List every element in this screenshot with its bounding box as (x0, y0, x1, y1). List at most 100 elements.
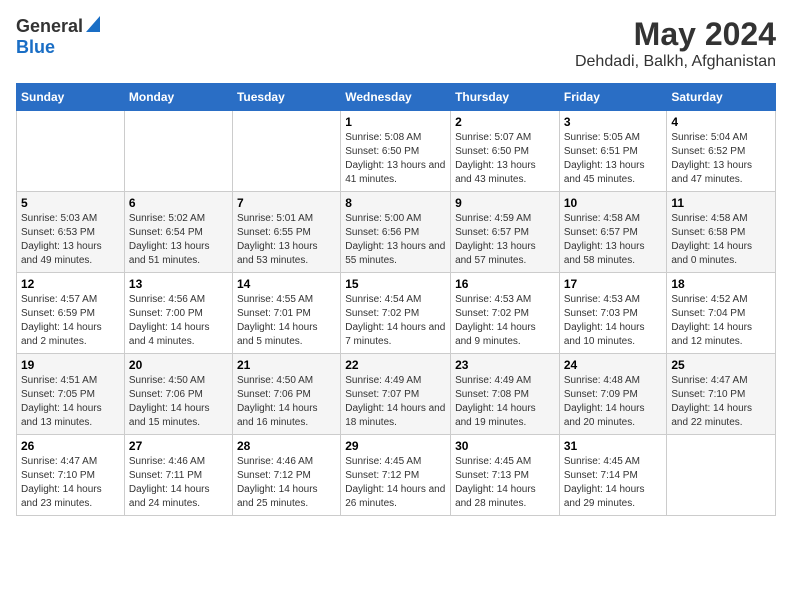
day-info: Sunrise: 5:00 AM Sunset: 6:56 PM Dayligh… (345, 212, 446, 268)
day-info: Sunrise: 4:47 AM Sunset: 7:10 PM Dayligh… (21, 455, 120, 511)
calendar-cell: 30 Sunrise: 4:45 AM Sunset: 7:13 PM Dayli… (451, 435, 560, 516)
day-info: Sunrise: 5:01 AM Sunset: 6:55 PM Dayligh… (237, 212, 336, 268)
calendar-week-2: 5 Sunrise: 5:03 AM Sunset: 6:53 PM Daylig… (17, 192, 776, 273)
day-info: Sunrise: 5:05 AM Sunset: 6:51 PM Dayligh… (564, 131, 663, 187)
day-info: Sunrise: 4:52 AM Sunset: 7:04 PM Dayligh… (671, 293, 771, 349)
weekday-header-sunday: Sunday (17, 84, 125, 111)
calendar-cell: 26Sunrise: 4:47 AM Sunset: 7:10 PM Dayli… (17, 435, 125, 516)
calendar-cell: 16 Sunrise: 4:53 AM Sunset: 7:02 PM Dayli… (451, 273, 560, 354)
day-info: Sunrise: 4:45 AM Sunset: 7:12 PM Dayligh… (345, 455, 446, 511)
weekday-header-tuesday: Tuesday (232, 84, 340, 111)
calendar-cell: 19 Sunrise: 4:51 AM Sunset: 7:05 PM Dayli… (17, 354, 125, 435)
day-number: 3 (564, 115, 663, 129)
calendar-cell (17, 111, 125, 192)
logo-general-text: General (16, 16, 83, 37)
weekday-header-thursday: Thursday (451, 84, 560, 111)
day-info: Sunrise: 4:50 AM Sunset: 7:06 PM Dayligh… (129, 374, 228, 430)
day-number: 28 (237, 439, 336, 453)
day-number: 24 (564, 358, 663, 372)
calendar-cell (232, 111, 340, 192)
day-number: 19 (21, 358, 120, 372)
day-info: Sunrise: 4:51 AM Sunset: 7:05 PM Dayligh… (21, 374, 120, 430)
calendar-cell: 13Sunrise: 4:56 AM Sunset: 7:00 PM Dayli… (124, 273, 232, 354)
main-title: May 2024 (575, 16, 776, 53)
day-info: Sunrise: 4:55 AM Sunset: 7:01 PM Dayligh… (237, 293, 336, 349)
calendar-week-4: 19 Sunrise: 4:51 AM Sunset: 7:05 PM Dayli… (17, 354, 776, 435)
day-info: Sunrise: 4:58 AM Sunset: 6:57 PM Dayligh… (564, 212, 663, 268)
day-number: 16 (455, 277, 555, 291)
day-number: 6 (129, 196, 228, 210)
day-number: 18 (671, 277, 771, 291)
day-info: Sunrise: 4:46 AM Sunset: 7:11 PM Dayligh… (129, 455, 228, 511)
calendar-cell: 1 Sunrise: 5:08 AM Sunset: 6:50 PM Daylig… (341, 111, 451, 192)
day-number: 20 (129, 358, 228, 372)
calendar-cell: 28Sunrise: 4:46 AM Sunset: 7:12 PM Dayli… (232, 435, 340, 516)
day-info: Sunrise: 4:57 AM Sunset: 6:59 PM Dayligh… (21, 293, 120, 349)
day-info: Sunrise: 4:49 AM Sunset: 7:08 PM Dayligh… (455, 374, 555, 430)
calendar-table: SundayMondayTuesdayWednesdayThursdayFrid… (16, 83, 776, 516)
day-number: 23 (455, 358, 555, 372)
day-info: Sunrise: 5:07 AM Sunset: 6:50 PM Dayligh… (455, 131, 555, 187)
day-info: Sunrise: 5:02 AM Sunset: 6:54 PM Dayligh… (129, 212, 228, 268)
day-info: Sunrise: 4:47 AM Sunset: 7:10 PM Dayligh… (671, 374, 771, 430)
day-info: Sunrise: 4:59 AM Sunset: 6:57 PM Dayligh… (455, 212, 555, 268)
calendar-cell: 7 Sunrise: 5:01 AM Sunset: 6:55 PM Daylig… (232, 192, 340, 273)
day-number: 29 (345, 439, 446, 453)
day-info: Sunrise: 4:45 AM Sunset: 7:14 PM Dayligh… (564, 455, 663, 511)
subtitle: Dehdadi, Balkh, Afghanistan (575, 53, 776, 71)
day-number: 1 (345, 115, 446, 129)
day-info: Sunrise: 4:49 AM Sunset: 7:07 PM Dayligh… (345, 374, 446, 430)
day-number: 8 (345, 196, 446, 210)
day-number: 15 (345, 277, 446, 291)
day-number: 7 (237, 196, 336, 210)
calendar-cell: 15 Sunrise: 4:54 AM Sunset: 7:02 PM Dayli… (341, 273, 451, 354)
calendar-cell: 27 Sunrise: 4:46 AM Sunset: 7:11 PM Dayli… (124, 435, 232, 516)
calendar-cell: 6 Sunrise: 5:02 AM Sunset: 6:54 PM Daylig… (124, 192, 232, 273)
day-number: 17 (564, 277, 663, 291)
calendar-cell: 31 Sunrise: 4:45 AM Sunset: 7:14 PM Dayli… (559, 435, 667, 516)
day-number: 5 (21, 196, 120, 210)
day-info: Sunrise: 4:53 AM Sunset: 7:02 PM Dayligh… (455, 293, 555, 349)
calendar-cell: 10 Sunrise: 4:58 AM Sunset: 6:57 PM Dayli… (559, 192, 667, 273)
logo-blue-text: Blue (16, 37, 55, 57)
calendar-cell: 22Sunrise: 4:49 AM Sunset: 7:07 PM Dayli… (341, 354, 451, 435)
day-number: 10 (564, 196, 663, 210)
day-number: 31 (564, 439, 663, 453)
calendar-cell: 29 Sunrise: 4:45 AM Sunset: 7:12 PM Dayli… (341, 435, 451, 516)
calendar-cell: 2 Sunrise: 5:07 AM Sunset: 6:50 PM Daylig… (451, 111, 560, 192)
day-info: Sunrise: 5:04 AM Sunset: 6:52 PM Dayligh… (671, 131, 771, 187)
day-info: Sunrise: 4:53 AM Sunset: 7:03 PM Dayligh… (564, 293, 663, 349)
day-info: Sunrise: 4:56 AM Sunset: 7:00 PM Dayligh… (129, 293, 228, 349)
calendar-cell: 9 Sunrise: 4:59 AM Sunset: 6:57 PM Daylig… (451, 192, 560, 273)
calendar-cell: 25Sunrise: 4:47 AM Sunset: 7:10 PM Dayli… (667, 354, 776, 435)
calendar-cell: 5 Sunrise: 5:03 AM Sunset: 6:53 PM Daylig… (17, 192, 125, 273)
day-number: 9 (455, 196, 555, 210)
day-number: 12 (21, 277, 120, 291)
calendar-week-3: 12 Sunrise: 4:57 AM Sunset: 6:59 PM Dayli… (17, 273, 776, 354)
day-info: Sunrise: 4:58 AM Sunset: 6:58 PM Dayligh… (671, 212, 771, 268)
calendar-cell: 14 Sunrise: 4:55 AM Sunset: 7:01 PM Dayli… (232, 273, 340, 354)
calendar-cell: 23 Sunrise: 4:49 AM Sunset: 7:08 PM Dayli… (451, 354, 560, 435)
day-number: 11 (671, 196, 771, 210)
day-info: Sunrise: 5:08 AM Sunset: 6:50 PM Dayligh… (345, 131, 446, 187)
day-info: Sunrise: 4:45 AM Sunset: 7:13 PM Dayligh… (455, 455, 555, 511)
page-header: General Blue May 2024 Dehdadi, Balkh, Af… (16, 16, 776, 71)
calendar-cell: 20 Sunrise: 4:50 AM Sunset: 7:06 PM Dayli… (124, 354, 232, 435)
calendar-cell: 11 Sunrise: 4:58 AM Sunset: 6:58 PM Dayli… (667, 192, 776, 273)
calendar-cell: 12 Sunrise: 4:57 AM Sunset: 6:59 PM Dayli… (17, 273, 125, 354)
weekday-header-wednesday: Wednesday (341, 84, 451, 111)
day-number: 30 (455, 439, 555, 453)
day-number: 21 (237, 358, 336, 372)
day-number: 4 (671, 115, 771, 129)
calendar-week-5: 26Sunrise: 4:47 AM Sunset: 7:10 PM Dayli… (17, 435, 776, 516)
day-number: 14 (237, 277, 336, 291)
logo-triangle-icon (86, 16, 100, 37)
weekday-header-monday: Monday (124, 84, 232, 111)
calendar-cell: 18 Sunrise: 4:52 AM Sunset: 7:04 PM Dayli… (667, 273, 776, 354)
calendar-cell: 17 Sunrise: 4:53 AM Sunset: 7:03 PM Dayli… (559, 273, 667, 354)
calendar-week-1: 1 Sunrise: 5:08 AM Sunset: 6:50 PM Daylig… (17, 111, 776, 192)
day-number: 2 (455, 115, 555, 129)
day-info: Sunrise: 4:54 AM Sunset: 7:02 PM Dayligh… (345, 293, 446, 349)
day-info: Sunrise: 5:03 AM Sunset: 6:53 PM Dayligh… (21, 212, 120, 268)
day-number: 27 (129, 439, 228, 453)
